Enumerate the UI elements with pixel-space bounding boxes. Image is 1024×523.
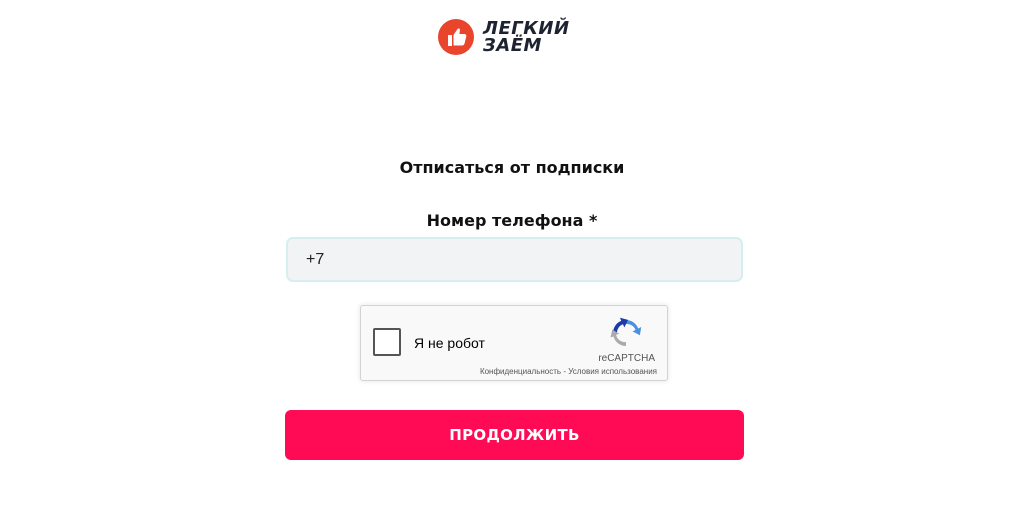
brand-logo[interactable]: ЛЕГКИЙ ЗАЁМ [437,15,597,59]
recaptcha-brand: reCAPTCHA [598,353,655,364]
unsubscribe-page: ЛЕГКИЙ ЗАЁМ Отписаться от подписки Номер… [0,0,1024,523]
recaptcha-label: Я не робот [414,335,485,351]
brand-name: ЛЕГКИЙ ЗАЁМ [483,20,570,56]
phone-label: Номер телефона * [426,211,598,230]
recaptcha-widget: Я не робот reCAPTCHA Конфиденциальность … [360,305,668,381]
recaptcha-logo-icon [610,317,642,346]
recaptcha-privacy-link[interactable]: Конфиденциальность [480,367,561,376]
brand-name-line2: ЗАЁМ [483,35,542,56]
recaptcha-terms-link[interactable]: Условия использования [568,367,657,376]
continue-button[interactable]: ПРОДОЛЖИТЬ [285,410,744,460]
recaptcha-links: Конфиденциальность - Условия использован… [480,367,657,376]
thumbs-up-logo-icon [438,19,474,55]
recaptcha-checkbox[interactable] [373,328,401,356]
phone-input[interactable] [286,237,743,282]
page-title: Отписаться от подписки [399,158,625,177]
